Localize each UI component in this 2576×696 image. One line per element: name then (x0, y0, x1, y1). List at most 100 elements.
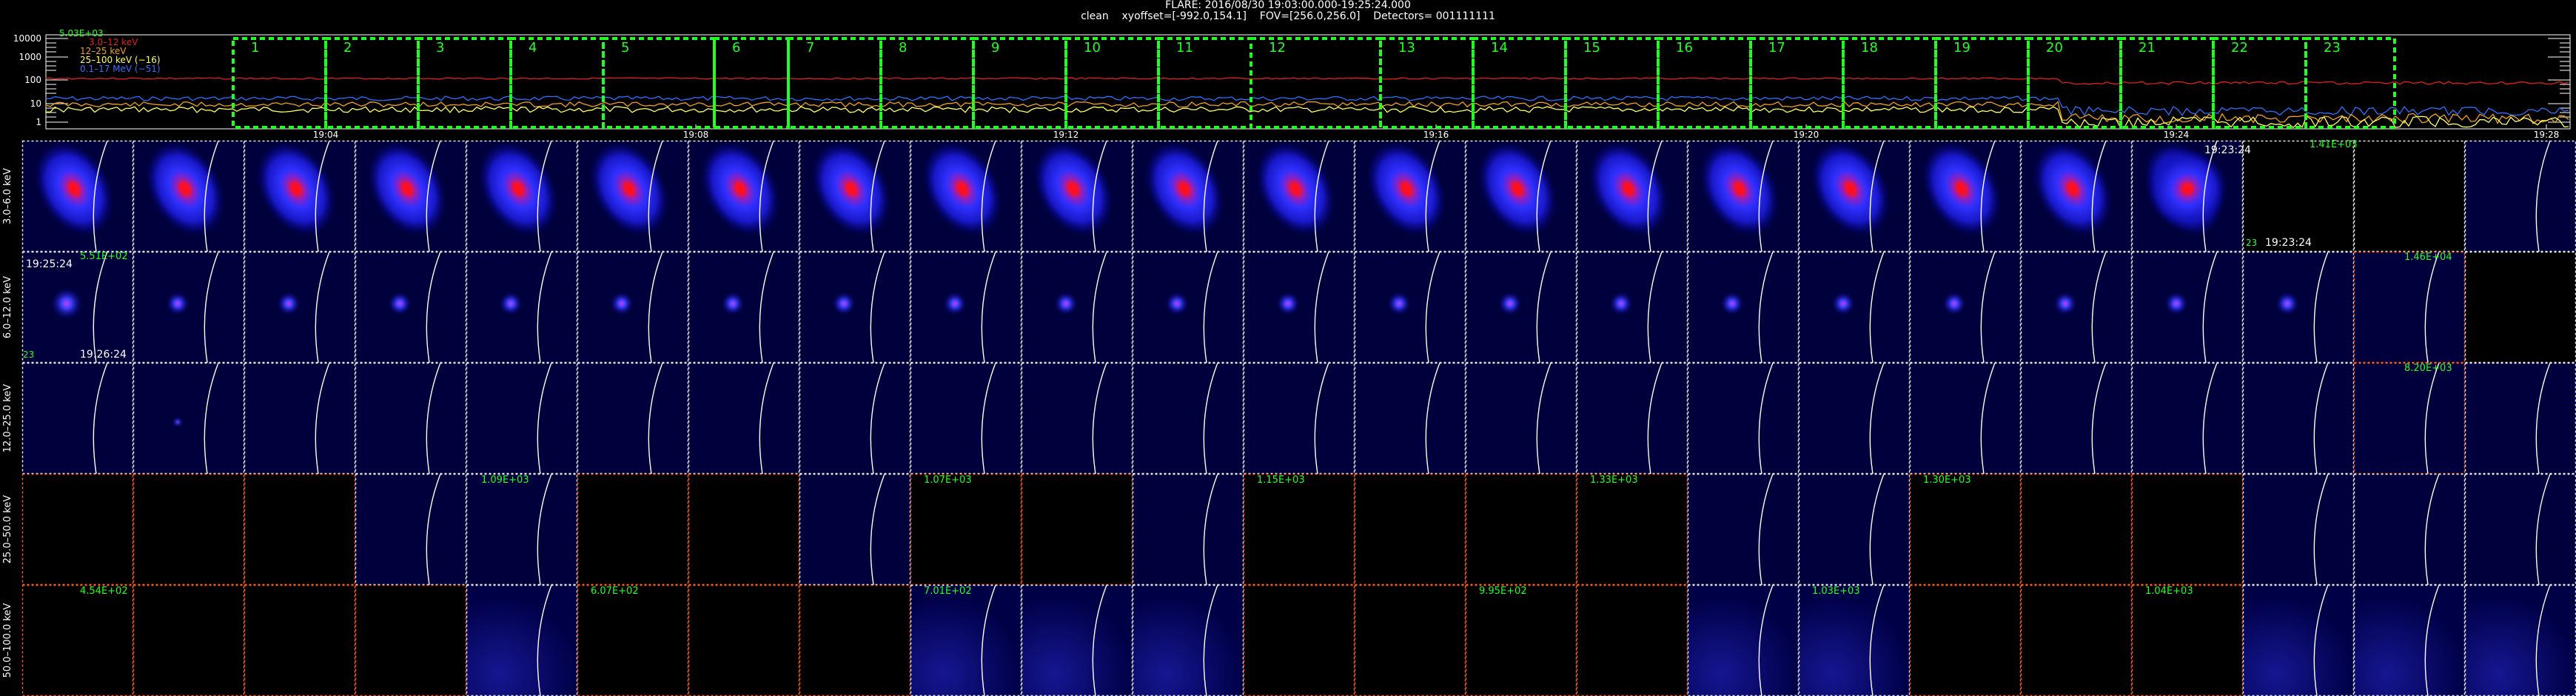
source-emission (50, 287, 83, 320)
image-cell (1798, 362, 1911, 475)
source-emission (610, 292, 634, 315)
image-cell (466, 473, 578, 586)
image-cell (688, 362, 800, 475)
image-cell (1909, 362, 2022, 475)
image-cell (1021, 140, 1133, 252)
energy-band-label: 25.0–50.0 keV (2, 495, 13, 564)
image-cell (1021, 473, 1133, 586)
image-cell (133, 362, 245, 475)
image-cell (1465, 140, 1577, 252)
cell-background (910, 363, 1022, 474)
cell-background (2021, 474, 2132, 585)
cell-background (1355, 585, 1466, 696)
image-cell (688, 251, 800, 364)
image-cell (1132, 584, 1244, 696)
cell-background (2132, 363, 2243, 474)
image-cell (910, 251, 1022, 364)
cell-background (1466, 474, 1577, 585)
cell-max-label: 1.41E+03 (2310, 139, 2358, 150)
cell-index-label: 23 (2246, 238, 2257, 248)
cell-background (2465, 252, 2576, 363)
cell-background (1577, 585, 1688, 696)
image-cell (1687, 473, 1799, 586)
cell-max-label: 6.07E+02 (591, 586, 639, 597)
cell-background (2354, 474, 2465, 585)
image-cell (910, 362, 1022, 475)
image-cell (1132, 251, 1244, 364)
image-cell (244, 251, 356, 364)
source-emission (1720, 292, 1744, 315)
image-cell (799, 140, 911, 252)
cell-background (133, 474, 244, 585)
image-cell (2353, 362, 2466, 475)
image-cell (1576, 362, 1688, 475)
cell-background (1022, 363, 1133, 474)
cell-background (2021, 585, 2132, 696)
cell-time-label: 19:23:24 (2204, 144, 2251, 156)
noise-background (910, 585, 1022, 696)
source-emission (2164, 292, 2188, 315)
image-cell (1243, 362, 1355, 475)
source-emission (277, 292, 301, 315)
source-emission (1165, 292, 1189, 315)
image-cell (355, 140, 467, 252)
image-cell (2464, 362, 2576, 475)
cell-background (1466, 585, 1577, 696)
energy-band-labels: 3.0–6.0 keV 6.0–12.0 keV 12.0–25.0 keV 25.0… (2, 168, 13, 677)
cell-background (799, 363, 910, 474)
image-cell (2242, 140, 2355, 252)
image-cell (2020, 140, 2133, 252)
image-cell (21, 140, 134, 252)
noise-background (1688, 585, 1799, 696)
image-cell (1909, 251, 2022, 364)
cell-max-label: 8.20E+03 (2404, 363, 2452, 374)
image-cell (1465, 251, 1577, 364)
image-cell (2242, 362, 2355, 475)
source-emission (1498, 292, 1522, 315)
cell-max-label: 1.15E+03 (1257, 475, 1305, 486)
image-cell (2353, 140, 2466, 252)
image-cell (244, 473, 356, 586)
image-cell (2020, 473, 2133, 586)
cell-background (1688, 363, 1799, 474)
cell-background (244, 363, 355, 474)
cell-background (22, 474, 133, 585)
cell-background (2354, 252, 2465, 363)
image-cell (355, 251, 467, 364)
image-cell (1576, 251, 1688, 364)
image-cell (1687, 362, 1799, 475)
cell-background (910, 474, 1022, 585)
noise-background (2354, 585, 2465, 696)
image-cell (688, 473, 800, 586)
cell-index-label: 23 (23, 349, 34, 360)
cell-time-label: 19:26:24 (80, 349, 127, 361)
cell-background (1577, 363, 1688, 474)
noise-background (2243, 585, 2354, 696)
image-cell (1132, 140, 1244, 252)
image-cell (1576, 584, 1688, 696)
cell-background (1244, 585, 1355, 696)
image-cell (133, 251, 245, 364)
image-cell (355, 473, 467, 586)
image-cell (577, 584, 689, 696)
source-emission (1387, 292, 1411, 315)
image-cell (910, 473, 1022, 586)
source-emission (1942, 292, 1966, 315)
image-cell (577, 140, 689, 252)
cell-background (2465, 363, 2576, 474)
source-emission (2147, 148, 2228, 230)
image-cell (577, 362, 689, 475)
image-cell (1909, 140, 2022, 252)
cell-max-label: 7.01E+02 (924, 586, 972, 597)
noise-background (466, 585, 577, 696)
cell-background (577, 474, 688, 585)
source-emission (1054, 292, 1078, 315)
cell-background (2243, 474, 2354, 585)
image-cell (2353, 251, 2466, 364)
image-cell (1465, 473, 1577, 586)
cell-background (1910, 363, 2021, 474)
cell-background (2354, 141, 2465, 252)
image-cell (799, 584, 911, 696)
cell-background (688, 585, 799, 696)
image-cell (688, 584, 800, 696)
